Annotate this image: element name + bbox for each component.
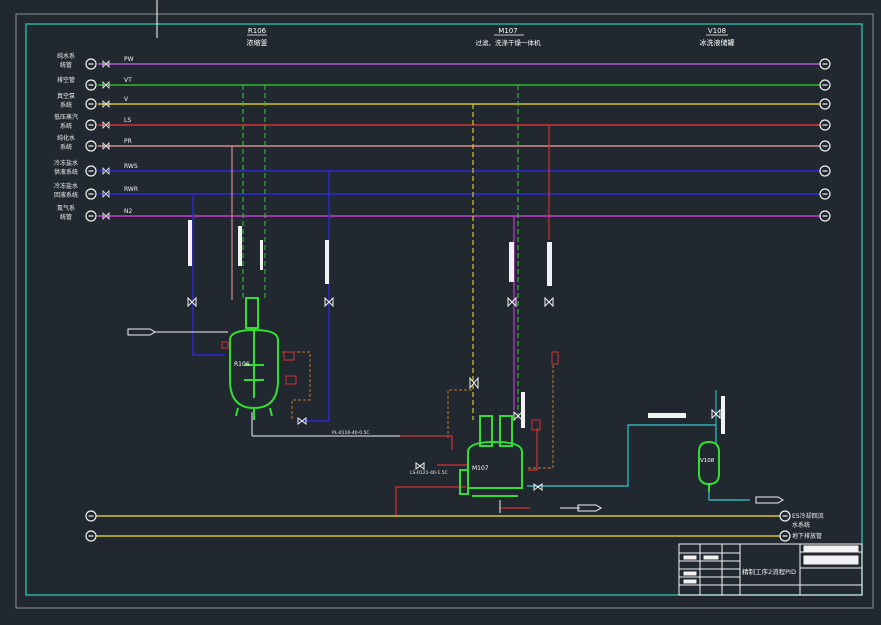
utility-line-n2: N2 氮气系统管 (57, 204, 831, 222)
equipment-name-r106: 浓缩釜 (247, 38, 268, 47)
utility-code: VT (124, 77, 132, 84)
utility-line-pw: PW 纯水系统管 (57, 52, 831, 70)
equipment-tag-m107: M107 (498, 27, 517, 35)
utility-code: PW (124, 56, 134, 63)
bottom-line-1: 地下排放管 (85, 530, 822, 542)
utility-code: LS (124, 117, 131, 124)
filter-dryer-m107-tag: M107 (472, 465, 489, 472)
equipment-tag-r106: R106 (248, 27, 267, 35)
bottom-lines: ES冷却回流水系统地下排放管 (85, 510, 824, 542)
instrument-bars (188, 220, 725, 434)
utility-code: RWS (124, 163, 138, 170)
title-block: 精制工序2流程PID (678, 543, 863, 596)
line-connector-icon (85, 210, 97, 222)
utility-label: 冷冻盐水 (54, 159, 78, 167)
utility-line-vt: VT 排空管 (57, 76, 831, 91)
utility-label: 系统 (60, 101, 72, 109)
line-number-2: LS-0121-40-1.5C (410, 470, 448, 476)
utility-label: 系统 (60, 122, 72, 130)
line-connector-icon (85, 140, 97, 152)
reactor-r106: R106 (229, 297, 279, 420)
utility-label: 供液系统 (54, 168, 78, 176)
line-connector-icon (85, 165, 97, 177)
bottom-line-label: 地下排放管 (792, 532, 822, 540)
line-connector-icon (819, 119, 831, 131)
equipment-tag-v108: V108 (708, 27, 726, 35)
equipment-name-v108: 冰洗液储罐 (700, 38, 735, 47)
utility-line-ls: LS 低压蒸汽系统 (54, 113, 831, 131)
line-number-1: PL-0110-40-0.5C (332, 430, 370, 436)
line-connector-icon (819, 79, 831, 91)
line-connector-icon (85, 119, 97, 131)
line-connector-icon (85, 98, 97, 110)
utility-label: 系统 (60, 143, 72, 151)
utility-code: RWR (124, 186, 138, 193)
line-number-labels: PL-0110-40-0.5C LS-0121-40-1.5C (332, 430, 448, 476)
utility-lines: PW纯水系统管VT排空管V真空泵系统LS低压蒸汽系统PR纯化水系统RWS冷冻盐水… (54, 52, 831, 222)
utility-line-v: V 真空泵系统 (57, 92, 831, 110)
line-connector-icon (819, 165, 831, 177)
utility-code: PR (124, 138, 132, 145)
line-connector-icon (819, 188, 831, 200)
equipment-header-m107: M107 过滤、洗涤干燥一体机 (476, 27, 542, 47)
line-connector-icon (819, 58, 831, 70)
utility-label: 真空泵 (57, 92, 75, 100)
bottom-line-label: ES冷却回流 (792, 512, 824, 520)
line-connector-icon (85, 530, 97, 542)
utility-line-pr: PR 纯化水系统 (57, 134, 831, 152)
process-piping (154, 85, 750, 516)
pid-drawing: R106 浓缩釜 M107 过滤、洗涤干燥一体机 V108 冰洗液储罐 PW 纯水… (15, 0, 874, 609)
utility-code: V (124, 96, 129, 103)
line-connector-icon (85, 510, 97, 522)
equipment-header-r106: R106 浓缩釜 (247, 27, 268, 47)
valves (127, 296, 784, 512)
utility-label: 统管 (60, 61, 72, 69)
bottom-line-label: 水系统 (792, 521, 810, 529)
tank-v108: V108 (698, 440, 720, 492)
utility-code: N2 (124, 208, 132, 215)
utility-line-rwr: RWR 冷冻盐水回液系统 (54, 182, 831, 200)
utility-label: 排空管 (57, 76, 75, 84)
line-connector-icon (819, 98, 831, 110)
drawing-title: 精制工序2流程PID (742, 567, 796, 576)
check-valve-icon (127, 328, 784, 512)
bottom-line-0: ES冷却回流水系统 (85, 510, 824, 529)
line-connector-icon (85, 79, 97, 91)
utility-label: 氮气系 (57, 204, 75, 212)
line-connector-icon (779, 530, 791, 542)
utility-label: 纯水系 (57, 52, 75, 60)
utility-label: 冷冻盐水 (54, 182, 78, 190)
utility-label: 纯化水 (57, 134, 75, 142)
equipment-header-v108: V108 冰洗液储罐 (700, 27, 735, 47)
filter-dryer-m107: M107 (459, 415, 523, 497)
sheet-frame (15, 0, 874, 609)
line-connector-icon (779, 510, 791, 522)
line-connector-icon (819, 140, 831, 152)
utility-label: 统管 (60, 213, 72, 221)
line-connector-icon (85, 58, 97, 70)
utility-label: 回液系统 (54, 191, 78, 199)
reactor-r106-tag: R106 (234, 361, 250, 368)
utility-line-rws: RWS 冷冻盐水供液系统 (54, 159, 831, 177)
utility-label: 低压蒸汽 (54, 113, 78, 121)
line-connector-icon (819, 210, 831, 222)
equipment-name-m107: 过滤、洗涤干燥一体机 (476, 38, 542, 47)
gate-valve-icon (187, 296, 721, 491)
line-connector-icon (85, 188, 97, 200)
tank-v108-tag: V108 (700, 458, 715, 464)
